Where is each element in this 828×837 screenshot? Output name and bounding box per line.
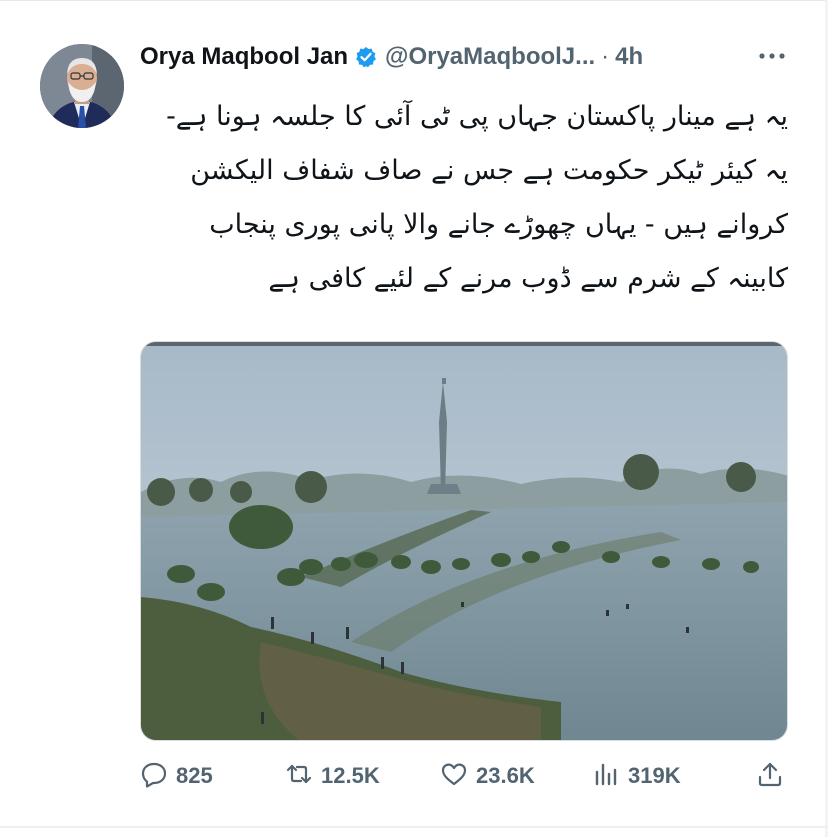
tweet-image[interactable] — [140, 341, 788, 741]
heart-icon — [440, 760, 468, 792]
tweet-header: Orya Maqbool Jan @OryaMaqboolJ... · 4h — [140, 40, 643, 74]
tweet-actions: 825 12.5K 23.6K 319K — [0, 756, 828, 796]
reply-icon — [140, 760, 168, 792]
views-button[interactable]: 319K — [592, 756, 681, 796]
timestamp[interactable]: 4h — [615, 43, 643, 71]
bottom-divider — [0, 826, 828, 828]
like-button[interactable]: 23.6K — [440, 756, 535, 796]
retweet-button[interactable]: 12.5K — [285, 756, 380, 796]
author-name[interactable]: Orya Maqbool Jan — [140, 43, 348, 71]
separator-dot: · — [601, 43, 610, 70]
reply-count: 825 — [176, 763, 213, 788]
reply-button[interactable]: 825 — [140, 756, 213, 796]
avatar[interactable] — [40, 44, 124, 128]
retweet-icon — [285, 760, 313, 792]
top-divider — [0, 0, 828, 1]
verified-badge-icon — [355, 46, 377, 68]
more-options-icon[interactable] — [757, 46, 787, 66]
flooded-minar-photo — [141, 342, 787, 740]
avatar-image — [40, 44, 124, 128]
tweet-text: یہ ہے مینار پاکستان جہاں پی ٹی آئی کا جل… — [166, 101, 788, 294]
views-bar-chart-icon — [592, 760, 620, 792]
views-count: 319K — [628, 763, 681, 788]
retweet-count: 12.5K — [321, 763, 380, 788]
share-icon — [756, 760, 784, 792]
share-button[interactable] — [756, 756, 784, 796]
like-count: 23.6K — [476, 763, 535, 788]
author-handle[interactable]: @OryaMaqboolJ... — [385, 43, 595, 71]
